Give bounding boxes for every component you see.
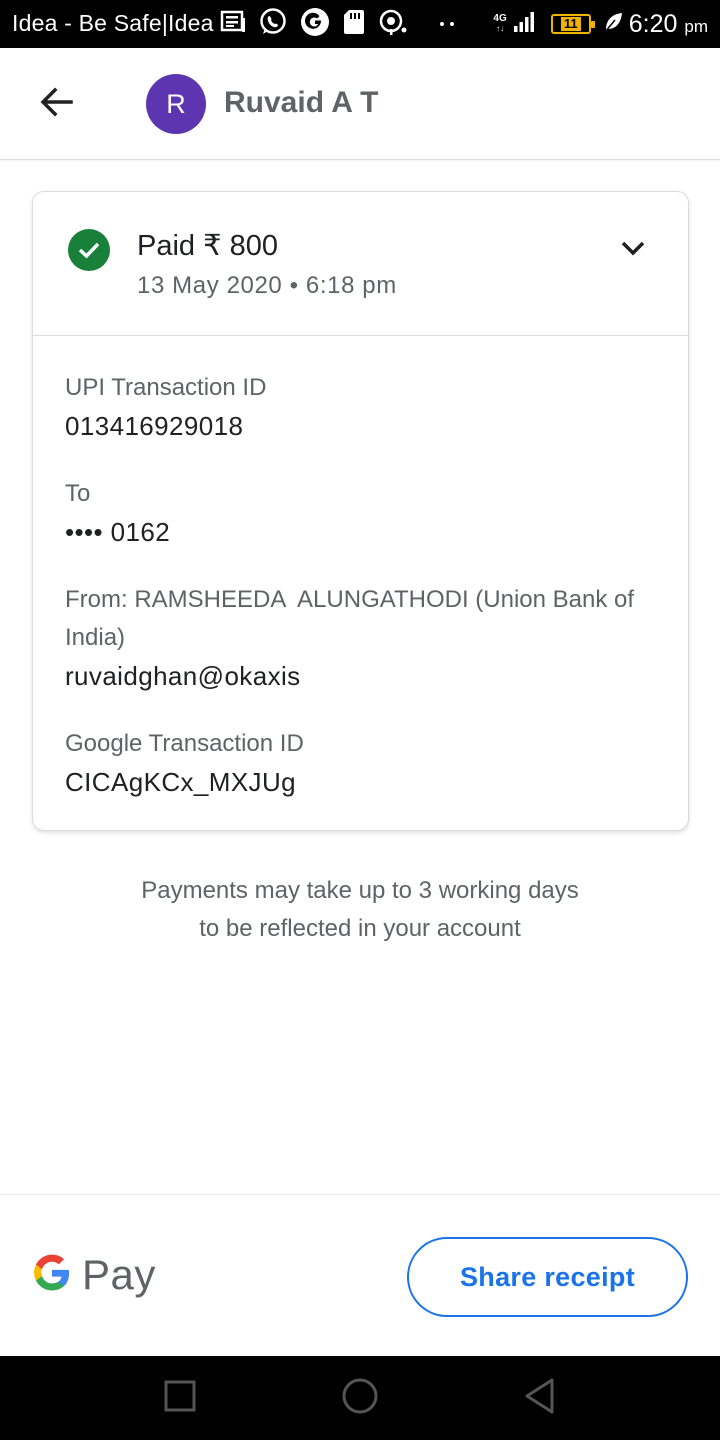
- app-header: R Ruvaid A T: [0, 48, 720, 160]
- to-label: To: [65, 480, 91, 507]
- gpay-logo: Pay: [32, 1251, 156, 1299]
- from-label: From: RAMSHEEDA ALUNGATHODI (Union Bank …: [65, 586, 641, 651]
- processing-note: Payments may take up to 3 working days t…: [0, 872, 720, 948]
- note-line-1: Payments may take up to 3 working days: [141, 877, 579, 904]
- recents-square-icon: [163, 1379, 197, 1418]
- battery-icon: 11: [550, 14, 595, 34]
- check-circle-icon: [68, 229, 110, 271]
- system-back-button[interactable]: [520, 1378, 560, 1418]
- note-line-2: to be reflected in your account: [199, 915, 521, 942]
- to-field: To •••• 0162: [65, 475, 665, 551]
- upi-transaction-id-field: UPI Transaction ID 013416929018: [65, 369, 665, 445]
- share-receipt-button[interactable]: Share receipt: [407, 1237, 688, 1317]
- signal-icon: [513, 11, 537, 38]
- avatar[interactable]: R: [146, 74, 206, 134]
- from-upi-value: ruvaidghan@okaxis: [65, 661, 301, 691]
- home-button[interactable]: [340, 1378, 380, 1418]
- dots-icon: [438, 15, 456, 33]
- google-icon: [300, 7, 330, 42]
- gpay-wordmark: Pay: [82, 1251, 156, 1298]
- to-account-value: •••• 0162: [65, 517, 171, 547]
- system-nav-bar: [0, 1356, 720, 1440]
- google-g-logo: [32, 1253, 72, 1298]
- footer: Pay Share receipt: [0, 1194, 720, 1356]
- hotspot-icon: [378, 8, 408, 41]
- leaf-icon: [603, 11, 623, 38]
- home-circle-icon: [341, 1377, 379, 1420]
- google-transaction-id-field: Google Transaction ID CICAgKCx_MXJUg: [65, 725, 665, 801]
- amount-paid: Paid ₹ 800: [137, 230, 278, 262]
- back-button[interactable]: [28, 76, 84, 132]
- carrier-name: Idea - Be Safe|Idea: [12, 10, 214, 36]
- notification-icons: [220, 7, 456, 42]
- google-transaction-id-label: Google Transaction ID: [65, 730, 304, 757]
- recents-button[interactable]: [160, 1378, 200, 1418]
- upi-transaction-id-label: UPI Transaction ID: [65, 374, 267, 401]
- from-field: From: RAMSHEEDA ALUNGATHODI (Union Bank …: [65, 581, 665, 695]
- arrow-back-icon: [38, 86, 74, 123]
- network-type: 4G ↑↓: [493, 13, 507, 34]
- status-bar: Idea - Be Safe|Idea 4G ↑↓ 11 6:20 pm: [0, 0, 720, 48]
- battery-level: 11: [560, 17, 581, 31]
- whatsapp-icon: [258, 7, 288, 42]
- news-icon: [220, 10, 246, 39]
- google-transaction-id-value[interactable]: CICAgKCx_MXJUg: [65, 763, 665, 801]
- sd-card-icon: [342, 8, 366, 41]
- back-triangle-icon: [522, 1377, 558, 1420]
- clock: 6:20 pm: [628, 9, 708, 38]
- transaction-card: Paid ₹ 800 13 May 2020 • 6:18 pm UPI Tra…: [32, 191, 689, 831]
- chevron-down-icon: [620, 240, 646, 261]
- transaction-datetime: 13 May 2020 • 6:18 pm: [137, 272, 397, 299]
- upi-transaction-id-value[interactable]: 013416929018: [65, 407, 665, 445]
- status-right: 4G ↑↓ 11 6:20 pm: [493, 6, 708, 42]
- transaction-summary[interactable]: Paid ₹ 800 13 May 2020 • 6:18 pm: [33, 192, 688, 336]
- contact-name[interactable]: Ruvaid A T: [224, 86, 378, 120]
- expand-button[interactable]: [611, 228, 655, 272]
